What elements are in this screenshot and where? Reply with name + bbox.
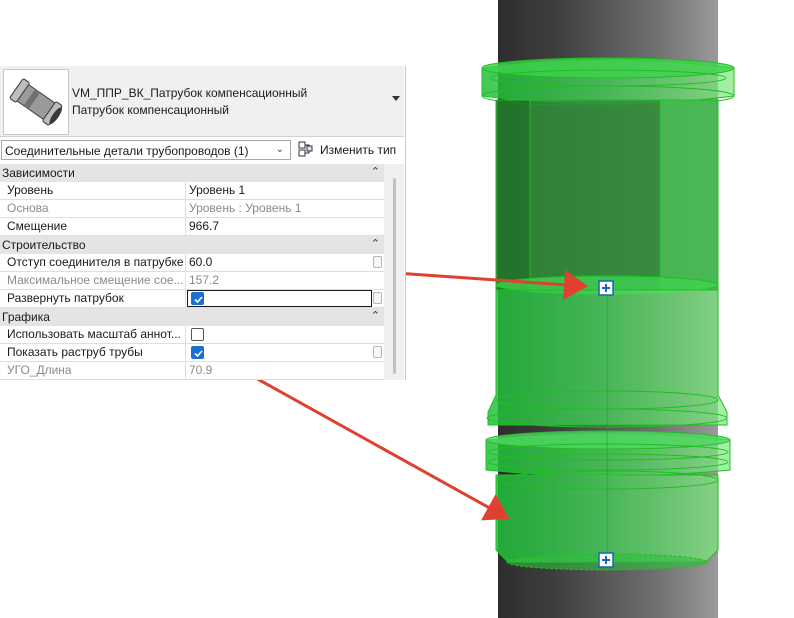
- type-family-name: VM_ППР_ВК_Патрубок компенсационный: [72, 86, 308, 100]
- property-row: Показать раструб трубы: [0, 344, 384, 362]
- collapse-icon[interactable]: ⌃: [371, 309, 380, 322]
- property-name: Основа: [0, 200, 186, 217]
- group-header-construction[interactable]: Строительство ⌃: [0, 236, 384, 254]
- connector-grip-icon[interactable]: [598, 280, 614, 296]
- property-value: 157.2: [189, 273, 220, 287]
- group-label: Графика: [2, 310, 50, 324]
- property-value-cell[interactable]: [187, 326, 372, 343]
- group-header-graphics[interactable]: Графика ⌃: [0, 308, 384, 326]
- property-name: Показать раструб трубы: [0, 344, 186, 361]
- property-row: Основа Уровень : Уровень 1: [0, 200, 384, 218]
- property-row: Смещение 966.7: [0, 218, 384, 236]
- properties-panel: VM_ППР_ВК_Патрубок компенсационный Патру…: [0, 66, 406, 380]
- type-preview-thumbnail: [3, 69, 69, 135]
- property-row: Уровень Уровень 1: [0, 182, 384, 200]
- collapse-icon[interactable]: ⌃: [371, 165, 380, 178]
- compensation-fitting[interactable]: [481, 57, 735, 571]
- socket-grip-icon[interactable]: [598, 552, 614, 568]
- properties-grid: Зависимости ⌃ Уровень Уровень 1 Основа У…: [0, 164, 404, 380]
- scrollbar-thumb[interactable]: [393, 178, 396, 374]
- edit-type-label: Изменить тип: [320, 143, 397, 157]
- property-name: Уровень: [0, 182, 186, 199]
- property-name: УГО_Длина: [0, 362, 186, 379]
- property-name: Отступ соединителя в патрубке: [0, 254, 186, 271]
- property-row: Максимальное смещение сое... 157.2: [0, 272, 384, 290]
- property-name: Использовать масштаб аннот...: [0, 326, 186, 343]
- instance-filter-row: Соединительные детали трубопроводов (1) …: [0, 138, 404, 164]
- chevron-down-icon: ⌄: [275, 144, 284, 155]
- group-label: Строительство: [2, 238, 86, 252]
- property-value: Уровень : Уровень 1: [189, 201, 302, 215]
- show-pipe-socket-checkbox[interactable]: [191, 346, 204, 359]
- property-name: Развернуть патрубок: [0, 290, 186, 307]
- category-filter-value: Соединительные детали трубопроводов (1): [5, 144, 249, 158]
- property-value[interactable]: 966.7: [187, 218, 372, 235]
- type-dropdown-icon[interactable]: [392, 96, 400, 101]
- property-row: Развернуть патрубок: [0, 290, 384, 308]
- property-row: Отступ соединителя в патрубке 60.0: [0, 254, 384, 272]
- property-value[interactable]: 60.0: [187, 254, 372, 271]
- properties-scrollbar[interactable]: [384, 164, 404, 380]
- type-name: Патрубок компенсационный: [72, 103, 229, 117]
- property-value-cell[interactable]: [187, 290, 372, 307]
- associate-parameter-button[interactable]: [373, 256, 382, 268]
- use-annotation-scale-checkbox[interactable]: [191, 328, 204, 341]
- property-row: Использовать масштаб аннот...: [0, 326, 384, 344]
- category-filter-select[interactable]: Соединительные детали трубопроводов (1) …: [1, 140, 291, 160]
- property-value: 70.9: [189, 363, 213, 377]
- group-label: Зависимости: [2, 166, 75, 180]
- group-header-constraints[interactable]: Зависимости ⌃: [0, 164, 384, 182]
- rotate-socket-checkbox[interactable]: [191, 292, 204, 305]
- property-name: Смещение: [0, 218, 186, 235]
- property-row: УГО_Длина 70.9: [0, 362, 384, 380]
- collapse-icon[interactable]: ⌃: [371, 237, 380, 250]
- property-value-cell[interactable]: [187, 344, 372, 361]
- associate-parameter-button[interactable]: [373, 292, 382, 304]
- property-value[interactable]: Уровень 1: [187, 182, 372, 199]
- property-name: Максимальное смещение сое...: [0, 272, 186, 289]
- edit-type-icon: [298, 141, 313, 157]
- type-selector[interactable]: VM_ППР_ВК_Патрубок компенсационный Патру…: [0, 66, 404, 137]
- associate-parameter-button[interactable]: [373, 346, 382, 358]
